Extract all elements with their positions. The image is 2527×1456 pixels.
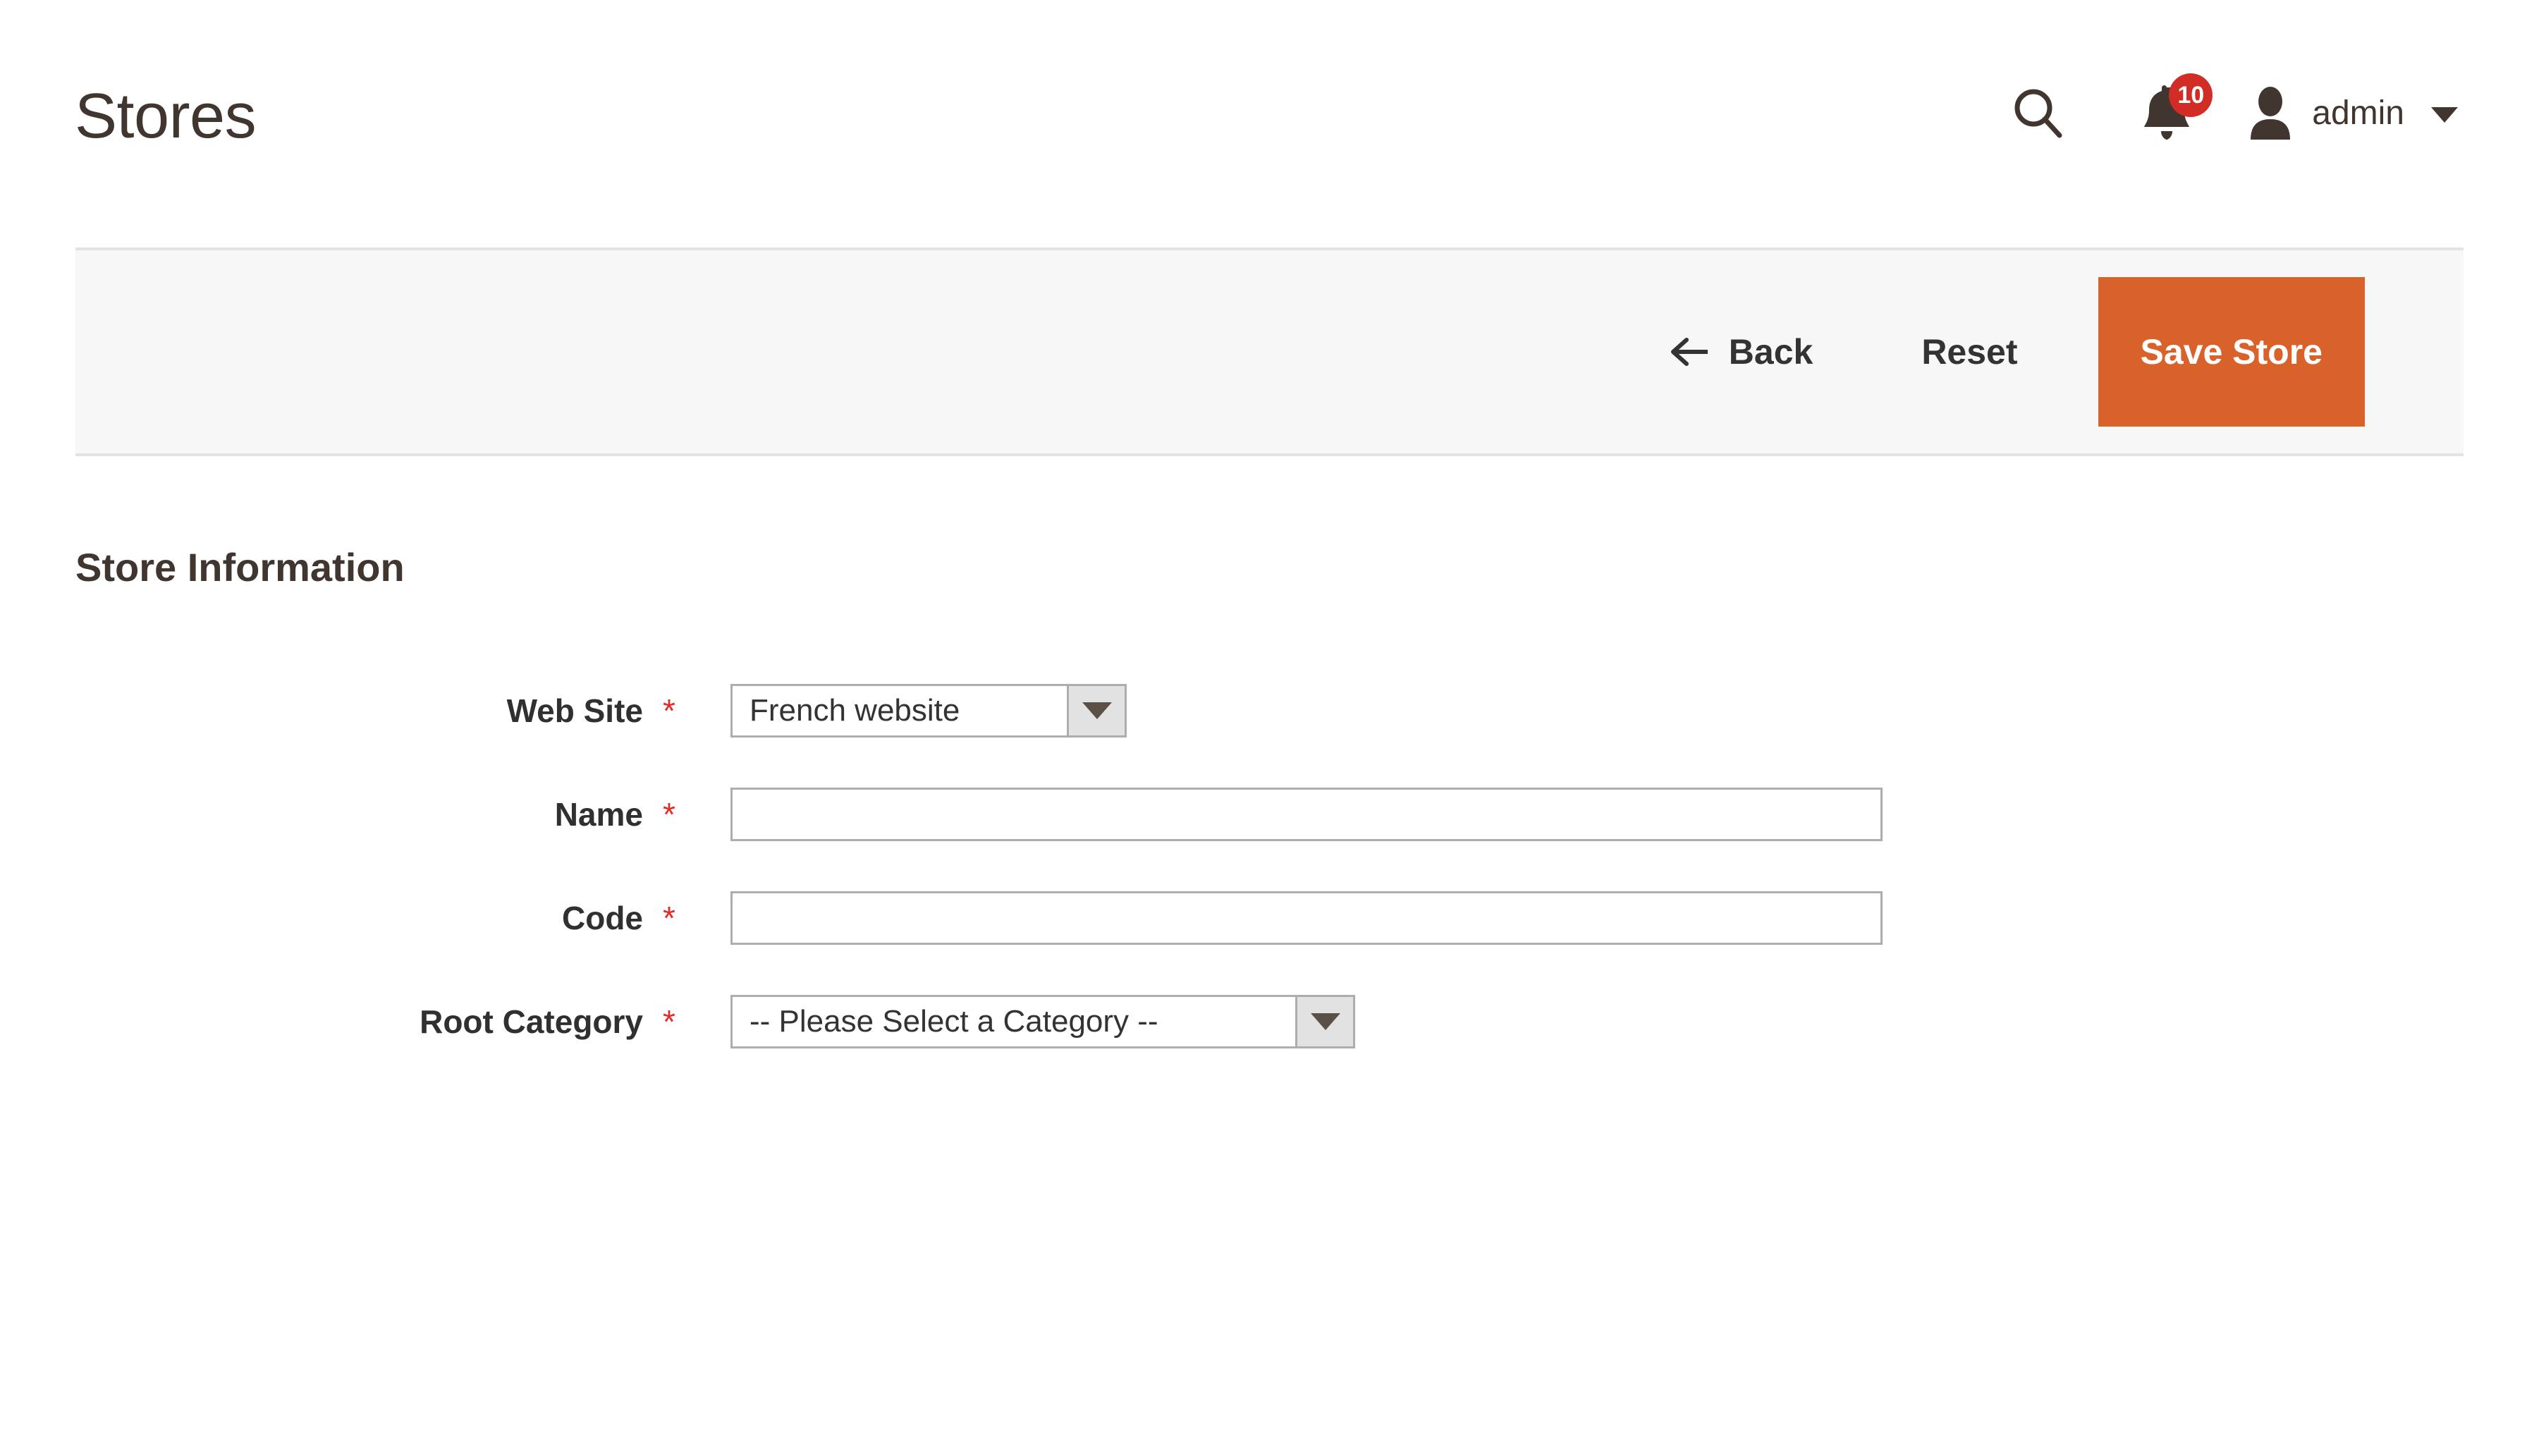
user-avatar-icon xyxy=(2247,86,2294,140)
header-actions: 10 admin xyxy=(1996,71,2465,155)
name-input[interactable] xyxy=(730,788,1883,841)
chevron-down-icon xyxy=(2431,107,2458,123)
field-code: Code * xyxy=(0,891,2527,945)
chevron-down-icon xyxy=(1310,1013,1340,1030)
label-text: Root Category xyxy=(420,1003,643,1040)
required-asterisk: * xyxy=(663,796,675,833)
root-category-select-arrow[interactable] xyxy=(1295,997,1353,1046)
reset-button[interactable]: Reset xyxy=(1921,317,2017,387)
field-label-root-category: Root Category * xyxy=(0,995,695,1048)
page-header: Stores 10 admin xyxy=(0,0,2527,248)
user-name-label: admin xyxy=(2312,94,2404,132)
field-name: Name * xyxy=(0,788,2527,841)
user-menu-button[interactable]: admin xyxy=(2216,71,2465,155)
label-text: Web Site xyxy=(506,692,643,729)
search-button[interactable] xyxy=(1996,71,2081,155)
field-root-category: Root Category * -- Please Select a Categ… xyxy=(0,995,2527,1048)
search-icon xyxy=(2012,86,2065,140)
required-asterisk: * xyxy=(663,900,675,936)
bell-icon: 10 xyxy=(2141,73,2213,142)
field-control-name xyxy=(730,788,1883,841)
arrow-left-icon xyxy=(1670,336,1709,367)
chevron-down-icon xyxy=(1082,702,1112,719)
web-site-select-arrow[interactable] xyxy=(1067,686,1125,735)
code-input[interactable] xyxy=(730,891,1883,945)
label-text: Code xyxy=(562,900,643,936)
label-text: Name xyxy=(554,796,643,833)
page-title: Stores xyxy=(75,81,257,152)
field-control-code xyxy=(730,891,1883,945)
stores-page: Stores 10 admin Back Reset Save Store St… xyxy=(0,0,2527,1456)
save-store-button[interactable]: Save Store xyxy=(2098,277,2365,427)
fieldset-legend: Store Information xyxy=(75,545,405,589)
page-actions-toolbar: Back Reset Save Store xyxy=(75,247,2464,456)
required-asterisk: * xyxy=(663,1003,675,1040)
field-control-root-category: -- Please Select a Category -- xyxy=(730,995,1355,1048)
back-button-label: Back xyxy=(1728,332,1813,372)
root-category-select[interactable]: -- Please Select a Category -- xyxy=(730,995,1355,1048)
field-control-web-site: French website xyxy=(730,684,1127,738)
field-label-code: Code * xyxy=(0,891,695,945)
field-label-name: Name * xyxy=(0,788,695,841)
back-button[interactable]: Back xyxy=(1670,317,1813,387)
required-asterisk: * xyxy=(663,692,675,729)
root-category-select-value: -- Please Select a Category -- xyxy=(749,1004,1158,1039)
field-web-site: Web Site * French website xyxy=(0,684,2527,738)
field-label-web-site: Web Site * xyxy=(0,684,695,738)
notifications-button[interactable]: 10 xyxy=(2117,71,2216,155)
web-site-select[interactable]: French website xyxy=(730,684,1127,738)
web-site-select-value: French website xyxy=(749,693,960,728)
notifications-badge: 10 xyxy=(2169,73,2213,117)
